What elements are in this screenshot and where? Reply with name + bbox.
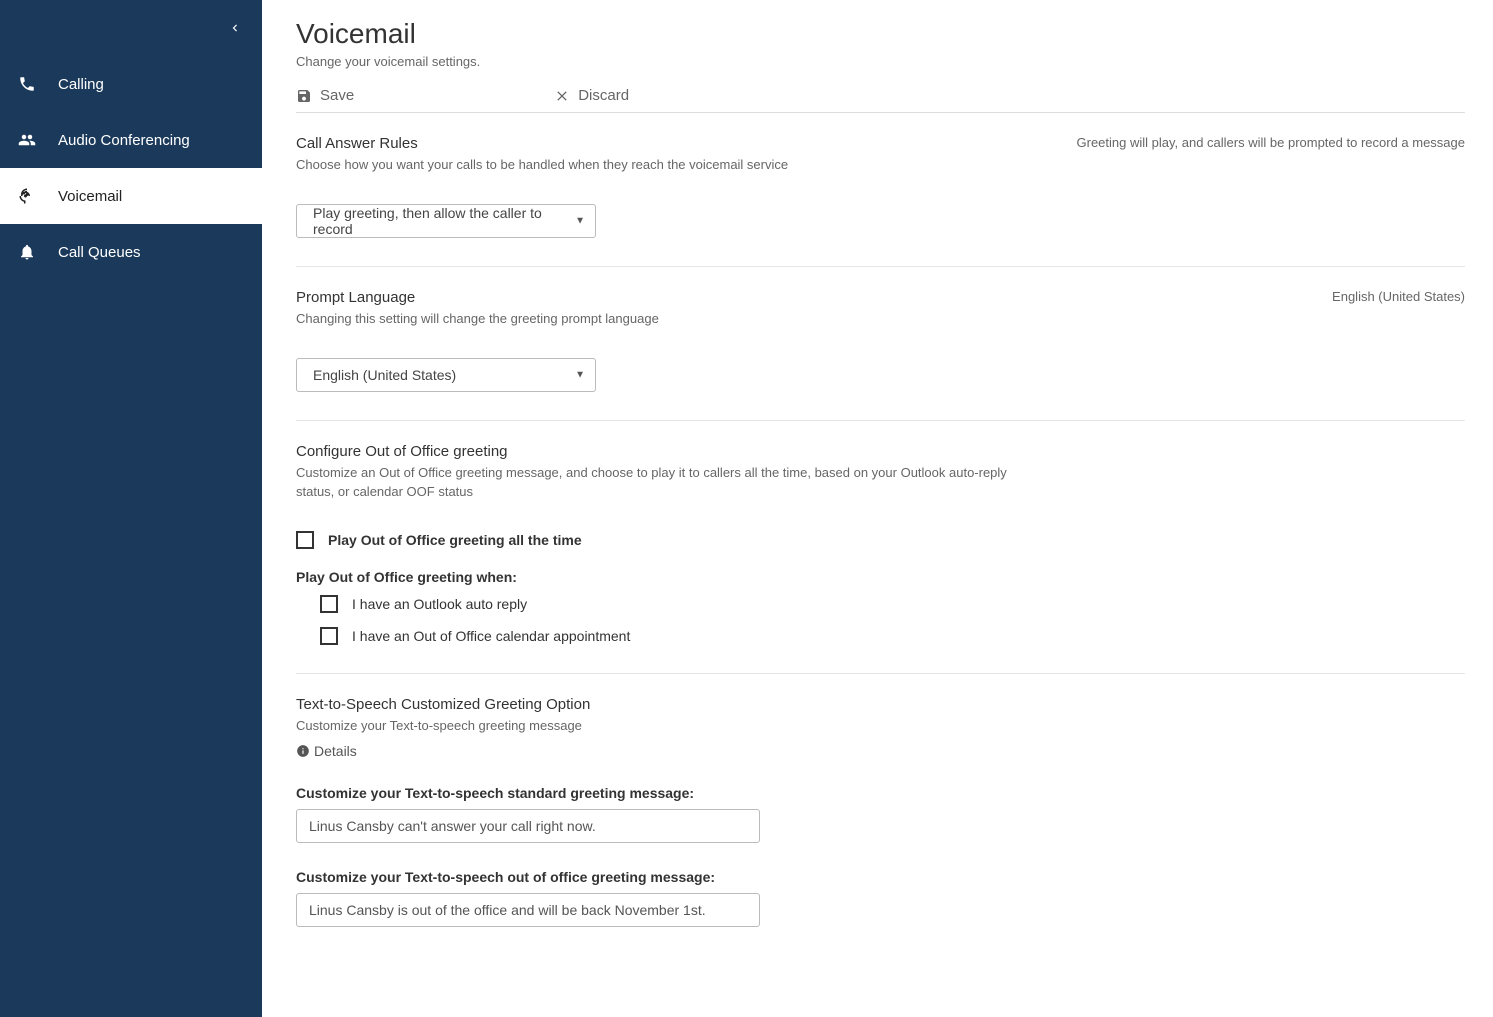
discard-label: Discard bbox=[578, 87, 629, 104]
toolbar: Save Discard bbox=[296, 87, 1465, 113]
prompt-lang-select[interactable]: English (United States) ▼ bbox=[296, 358, 596, 392]
collapse-sidebar-button[interactable] bbox=[0, 0, 262, 56]
prompt-lang-selected: English (United States) bbox=[313, 367, 456, 383]
prompt-lang-title: Prompt Language bbox=[296, 289, 1016, 306]
details-link[interactable]: Details bbox=[296, 743, 1465, 759]
prompt-lang-summary: English (United States) bbox=[1332, 289, 1465, 304]
section-prompt-language: Prompt Language Changing this setting wi… bbox=[296, 289, 1465, 421]
tts-desc: Customize your Text-to-speech greeting m… bbox=[296, 717, 1465, 735]
page-subtitle: Change your voicemail settings. bbox=[296, 54, 1465, 69]
oof-desc: Customize an Out of Office greeting mess… bbox=[296, 464, 1016, 500]
chevron-down-icon: ▼ bbox=[575, 216, 585, 227]
sidebar-item-call-queues[interactable]: Call Queues bbox=[0, 224, 262, 280]
calendar-appointment-label: I have an Out of Office calendar appoint… bbox=[352, 628, 630, 644]
details-label: Details bbox=[314, 743, 357, 759]
checkbox-outlook-auto-reply[interactable] bbox=[320, 595, 338, 613]
main-content: Voicemail Change your voicemail settings… bbox=[262, 0, 1493, 1017]
chevron-down-icon: ▼ bbox=[575, 370, 585, 381]
oof-greeting-input[interactable] bbox=[296, 893, 760, 927]
info-icon bbox=[296, 744, 310, 758]
sidebar-item-label: Calling bbox=[58, 76, 104, 93]
std-greeting-label: Customize your Text-to-speech standard g… bbox=[296, 785, 1465, 801]
play-when-heading: Play Out of Office greeting when: bbox=[296, 569, 1465, 585]
page-title: Voicemail bbox=[296, 18, 1465, 50]
call-answer-summary: Greeting will play, and callers will be … bbox=[1077, 135, 1466, 150]
discard-button[interactable]: Discard bbox=[554, 87, 629, 104]
save-button[interactable]: Save bbox=[296, 87, 354, 104]
section-tts-greeting: Text-to-Speech Customized Greeting Optio… bbox=[296, 696, 1465, 955]
section-out-of-office: Configure Out of Office greeting Customi… bbox=[296, 443, 1465, 673]
call-answer-desc: Choose how you want your calls to be han… bbox=[296, 156, 1016, 174]
checkbox-calendar-appointment[interactable] bbox=[320, 627, 338, 645]
std-greeting-input[interactable] bbox=[296, 809, 760, 843]
close-icon bbox=[554, 88, 570, 104]
oof-title: Configure Out of Office greeting bbox=[296, 443, 1016, 460]
chevron-left-icon bbox=[228, 21, 242, 35]
checkbox-play-all-time[interactable] bbox=[296, 531, 314, 549]
bell-icon bbox=[18, 243, 58, 261]
call-answer-selected: Play greeting, then allow the caller to … bbox=[313, 205, 585, 237]
call-answer-title: Call Answer Rules bbox=[296, 135, 1016, 152]
broadcast-icon bbox=[18, 187, 58, 205]
people-icon bbox=[18, 131, 58, 149]
save-label: Save bbox=[320, 87, 354, 104]
oof-greeting-label: Customize your Text-to-speech out of off… bbox=[296, 869, 1465, 885]
sidebar-item-calling[interactable]: Calling bbox=[0, 56, 262, 112]
call-answer-select[interactable]: Play greeting, then allow the caller to … bbox=[296, 204, 596, 238]
sidebar-item-audio-conferencing[interactable]: Audio Conferencing bbox=[0, 112, 262, 168]
sidebar: Calling Audio Conferencing Voicemail Cal… bbox=[0, 0, 262, 1017]
sidebar-item-label: Audio Conferencing bbox=[58, 132, 190, 149]
phone-icon bbox=[18, 75, 58, 93]
save-icon bbox=[296, 88, 312, 104]
play-all-time-label: Play Out of Office greeting all the time bbox=[328, 532, 582, 548]
sidebar-item-voicemail[interactable]: Voicemail bbox=[0, 168, 262, 224]
prompt-lang-desc: Changing this setting will change the gr… bbox=[296, 310, 1016, 328]
sidebar-item-label: Voicemail bbox=[58, 188, 122, 205]
outlook-auto-reply-label: I have an Outlook auto reply bbox=[352, 596, 527, 612]
tts-title: Text-to-Speech Customized Greeting Optio… bbox=[296, 696, 1465, 713]
sidebar-item-label: Call Queues bbox=[58, 244, 141, 261]
section-call-answer-rules: Call Answer Rules Choose how you want yo… bbox=[296, 135, 1465, 267]
